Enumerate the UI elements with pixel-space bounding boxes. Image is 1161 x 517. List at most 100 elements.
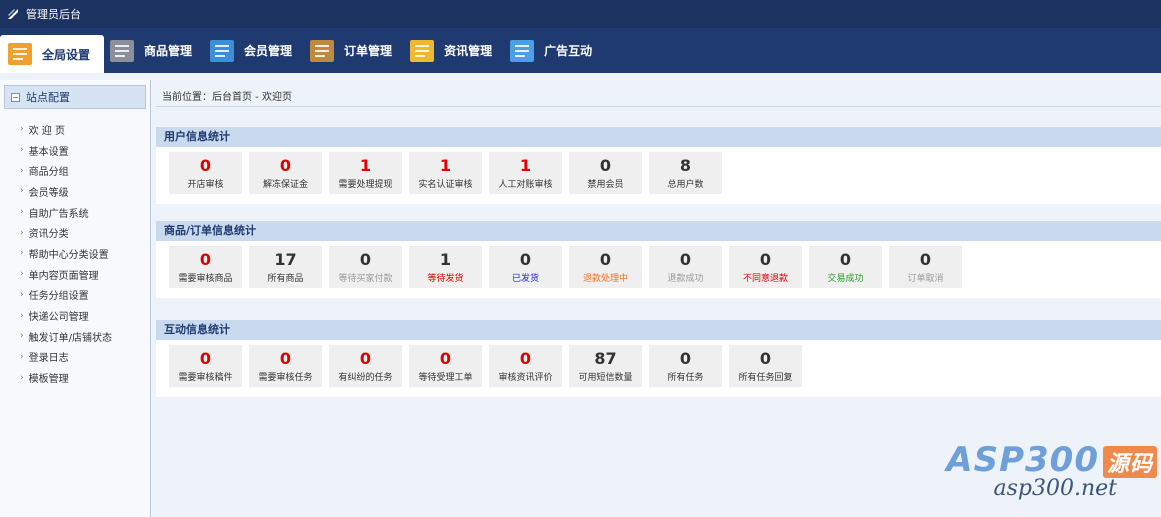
nav-tab-5[interactable]: 广告互动	[504, 28, 604, 73]
stat-card[interactable]: 0 解冻保证金	[249, 152, 322, 194]
sidebar-item-label: 基本设置	[28, 146, 69, 158]
stat-card[interactable]: 0 交易成功	[809, 246, 882, 288]
chevron-right-icon: ›	[20, 248, 24, 259]
stat-card[interactable]: 0 需要审核商品	[169, 246, 242, 288]
stat-card[interactable]: 1 需要处理提现	[329, 152, 402, 194]
stat-label: 所有任务回复	[738, 373, 793, 383]
stat-card[interactable]: 0 退款成功	[649, 246, 722, 288]
stat-card[interactable]: 1 实名认证审核	[409, 152, 482, 194]
sidebar-item[interactable]: › 会员等级	[0, 181, 150, 202]
stat-value: 0	[279, 349, 292, 368]
stat-card[interactable]: 1 等待发货	[409, 246, 482, 288]
stat-value: 87	[594, 349, 617, 368]
nav-tab-1[interactable]: 商品管理	[104, 28, 204, 73]
sidebar-item[interactable]: › 欢 迎 页	[0, 119, 150, 140]
stat-label: 需要审核任务	[258, 373, 313, 383]
stat-card[interactable]: 0 禁用会员	[569, 152, 642, 194]
stat-value: 0	[919, 250, 932, 269]
stat-label: 等待发货	[427, 274, 464, 284]
stat-label: 退款处理中	[582, 274, 628, 284]
stat-card[interactable]: 0 订单取消	[889, 246, 962, 288]
sidebar-item[interactable]: › 单内容页面管理	[0, 264, 150, 285]
stat-card[interactable]: 0 退款处理中	[569, 246, 642, 288]
sidebar-item[interactable]: › 登录日志	[0, 347, 150, 368]
sidebar-item[interactable]: › 触发订单/店铺状态	[0, 326, 150, 347]
stat-value: 0	[199, 156, 212, 175]
stat-card[interactable]: 8 总用户数	[649, 152, 722, 194]
stat-value: 0	[519, 349, 532, 368]
stat-card[interactable]: 0 有纠纷的任务	[329, 345, 402, 387]
stat-value: 1	[439, 156, 452, 175]
nav-tab-label: 资讯管理	[444, 44, 493, 58]
stat-value: 17	[274, 250, 297, 269]
nav-tab-label: 全局设置	[42, 47, 91, 62]
stat-card[interactable]: 1 人工对账审核	[489, 152, 562, 194]
app-logo-icon	[8, 9, 18, 19]
sidebar-item[interactable]: › 资讯分类	[0, 222, 150, 243]
sidebar-group-header[interactable]: 站点配置	[4, 85, 146, 109]
chevron-right-icon: ›	[20, 331, 24, 342]
stat-value: 0	[359, 349, 372, 368]
sidebar-item[interactable]: › 任务分组设置	[0, 285, 150, 306]
section-body: 0 开店审核 0 解冻保证金 1 需要处理提现 1 实名认证审核 1 人工对账审核 0 禁用会员 8 总用…	[156, 147, 1161, 204]
stat-card[interactable]: 0 审核资讯评价	[489, 345, 562, 387]
stat-label: 所有商品	[267, 274, 304, 284]
stat-card[interactable]: 0 等待受理工单	[409, 345, 482, 387]
stat-value: 1	[359, 156, 372, 175]
nav-tab-label: 会员管理	[244, 44, 293, 58]
stat-card[interactable]: 0 所有任务	[649, 345, 722, 387]
stat-card[interactable]: 0 需要审核任务	[249, 345, 322, 387]
interaction-stats-section: 互动信息统计 0 需要审核稿件 0 需要审核任务 0 有纠纷的任务 0 等待受理工单 0 审核资讯…	[156, 320, 1161, 397]
sidebar-item-label: 商品分组	[28, 167, 69, 179]
stat-label: 可用短信数量	[578, 373, 633, 383]
stat-card[interactable]: 0 开店审核	[169, 152, 242, 194]
stat-label: 已发货	[511, 274, 539, 284]
sidebar-item[interactable]: › 快递公司管理	[0, 305, 150, 326]
stat-card[interactable]: 87 可用短信数量	[569, 345, 642, 387]
sidebar-item[interactable]: › 帮助中心分类设置	[0, 243, 150, 264]
stat-label: 需要处理提现	[338, 180, 393, 190]
collapse-icon[interactable]	[11, 92, 20, 102]
sidebar-menu: › 欢 迎 页 › 基本设置 › 商品分组 › 会员等级 › 自助广告系统 › 资讯分类 › 帮助中心分类…	[0, 119, 150, 388]
nav-tab-label: 广告互动	[544, 44, 593, 58]
sidebar-item[interactable]: › 商品分组	[0, 160, 150, 181]
stat-value: 0	[679, 349, 692, 368]
breadcrumb: 当前位置：后台首页 - 欢迎页	[162, 92, 292, 103]
section-body: 0 需要审核稿件 0 需要审核任务 0 有纠纷的任务 0 等待受理工单 0 审核资讯评价 87 可用短…	[156, 340, 1161, 397]
sidebar-item-label: 任务分组设置	[28, 291, 89, 303]
app-title: 管理员后台	[26, 8, 81, 21]
stat-value: 0	[279, 156, 292, 175]
stat-label: 所有任务	[667, 373, 704, 383]
nav-tab-4[interactable]: 资讯管理	[404, 28, 504, 73]
sidebar-item[interactable]: › 基本设置	[0, 140, 150, 161]
nav-tab-3[interactable]: 订单管理	[304, 28, 404, 73]
chevron-right-icon: ›	[20, 351, 24, 362]
sidebar-item[interactable]: › 自助广告系统	[0, 202, 150, 223]
sidebar-item-label: 快递公司管理	[28, 312, 89, 324]
sidebar-item-label: 模板管理	[28, 374, 69, 386]
stat-card[interactable]: 0 等待买家付款	[329, 246, 402, 288]
nav-tab-0[interactable]: 全局设置	[0, 35, 105, 73]
watermark: ASP300 源码 asp300.net	[946, 440, 1157, 501]
chevron-right-icon: ›	[20, 269, 24, 280]
stat-value: 0	[759, 349, 772, 368]
section-title: 商品/订单信息统计	[156, 221, 1161, 241]
stat-card[interactable]: 0 需要审核稿件	[169, 345, 242, 387]
watermark-brand: ASP300 源码	[946, 440, 1157, 480]
chevron-right-icon: ›	[20, 227, 24, 238]
nav-tab-2[interactable]: 会员管理	[204, 28, 304, 73]
stat-label: 等待买家付款	[338, 274, 393, 284]
stat-label: 实名认证审核	[418, 180, 473, 190]
stat-value: 0	[679, 250, 692, 269]
stat-label: 交易成功	[827, 274, 864, 284]
stat-card[interactable]: 0 不同意退款	[729, 246, 802, 288]
stat-label: 不同意退款	[742, 274, 788, 284]
stat-card[interactable]: 17 所有商品	[249, 246, 322, 288]
stat-value: 0	[199, 349, 212, 368]
sidebar-item[interactable]: › 模板管理	[0, 367, 150, 388]
stat-card[interactable]: 0 所有任务回复	[729, 345, 802, 387]
stat-label: 解冻保证金	[262, 180, 308, 190]
stat-label: 需要审核商品	[178, 274, 233, 284]
section-title: 互动信息统计	[156, 320, 1161, 340]
stat-card[interactable]: 0 已发货	[489, 246, 562, 288]
